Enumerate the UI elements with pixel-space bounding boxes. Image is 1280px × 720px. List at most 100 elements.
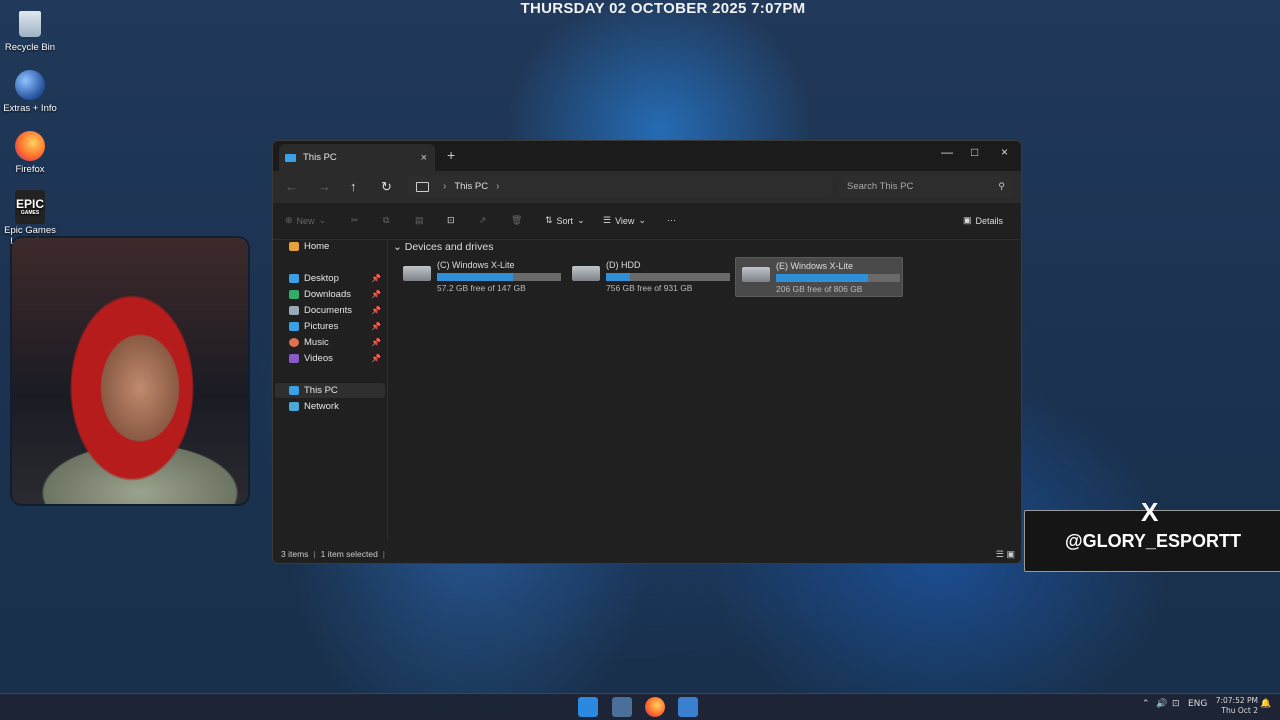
- sidebar-item-desktop[interactable]: Desktop 📌: [275, 271, 385, 286]
- drive-usage-bar: [606, 273, 730, 281]
- drive-name: (E) Windows X-Lite: [776, 261, 854, 271]
- title-bar: This PC × + — □ ×: [273, 141, 1021, 171]
- tab-title: This PC: [303, 152, 337, 163]
- chevron-down-icon: ⌄: [577, 215, 585, 225]
- sidebar-item-documents[interactable]: Documents 📌: [275, 303, 385, 318]
- chevron-down-icon: ⌄: [638, 215, 646, 225]
- forward-button[interactable]: →: [318, 179, 331, 194]
- new-tab-button[interactable]: +: [447, 147, 455, 163]
- volume-icon[interactable]: 🔊: [1156, 699, 1167, 709]
- maximize-button[interactable]: □: [971, 145, 978, 159]
- network-tray-icon[interactable]: ⊡: [1172, 699, 1180, 709]
- drive-icon: [403, 266, 431, 281]
- chevron-down-icon: ⌄: [393, 241, 402, 253]
- chevron-right-icon[interactable]: ›: [496, 181, 499, 192]
- drive-d[interactable]: (D) HDD 756 GB free of 931 GB: [566, 257, 732, 295]
- fortnite-icon[interactable]: [678, 697, 698, 717]
- drive-icon: [742, 267, 770, 282]
- details-view-icon[interactable]: ☰: [996, 549, 1004, 559]
- share-icon[interactable]: ⇗: [479, 215, 487, 226]
- file-explorer-window: This PC × + — □ × ← → ↑ ↻ › This PC › Se…: [272, 140, 1022, 564]
- paste-icon[interactable]: ▤: [415, 215, 424, 226]
- cut-icon[interactable]: ✂: [351, 215, 359, 226]
- up-button[interactable]: ↑: [350, 179, 357, 194]
- music-icon: [289, 338, 299, 347]
- desktop-icon-label: Extras + Info: [3, 103, 57, 114]
- view-button[interactable]: ☰ View ⌄: [603, 215, 646, 226]
- navigation-pane: Home Desktop 📌 Downloads 📌 Documents 📌 P…: [273, 239, 388, 539]
- drive-free-space: 206 GB free of 806 GB: [776, 284, 863, 294]
- desktop-icon-extras-info[interactable]: Extras + Info: [0, 65, 60, 114]
- details-button[interactable]: ▣ Details: [963, 215, 1003, 226]
- pin-icon[interactable]: 📌: [371, 338, 381, 347]
- pin-icon[interactable]: 📌: [371, 306, 381, 315]
- more-options-button[interactable]: ···: [667, 215, 676, 225]
- desktop-icon-firefox[interactable]: Firefox: [0, 126, 60, 175]
- sort-icon: ⇅: [545, 215, 553, 225]
- sidebar-item-videos[interactable]: Videos 📌: [275, 351, 385, 366]
- drive-name: (C) Windows X-Lite: [437, 260, 515, 270]
- drive-usage-fill: [606, 273, 630, 281]
- tray-overflow-icon[interactable]: ⌃: [1142, 699, 1150, 709]
- drive-name: (D) HDD: [606, 260, 641, 270]
- language-indicator[interactable]: ENG: [1188, 699, 1207, 709]
- drive-usage-bar: [776, 274, 900, 282]
- desktop-icon-label: Recycle Bin: [4, 42, 56, 53]
- social-handle: @GLORY_ESPORTT: [1065, 530, 1241, 551]
- sidebar-item-pictures[interactable]: Pictures 📌: [275, 319, 385, 334]
- pin-icon[interactable]: 📌: [371, 290, 381, 299]
- status-divider: |: [382, 549, 386, 559]
- status-bar: 3 items | 1 item selected | ☰ ▣: [273, 545, 1021, 563]
- refresh-button[interactable]: ↻: [381, 179, 392, 195]
- delete-icon[interactable]: 🗑: [511, 215, 522, 226]
- minimize-button[interactable]: —: [941, 145, 953, 159]
- this-pc-icon: [285, 153, 296, 162]
- sidebar-item-network[interactable]: Network: [275, 399, 385, 414]
- address-bar[interactable]: › This PC ›: [408, 176, 832, 197]
- file-explorer-icon[interactable]: [612, 697, 632, 717]
- tiles-view-icon[interactable]: ▣: [1006, 549, 1015, 559]
- command-bar: ⊕ New ⌄ ✂ ⧉ ▤ ⊡ ⇗ 🗑 ⇅ Sort ⌄ ☰ View ⌄ ··…: [273, 203, 1021, 240]
- home-icon: [289, 242, 299, 251]
- drive-usage-bar: [437, 273, 561, 281]
- desktop-icon-recycle-bin[interactable]: Recycle Bin: [0, 4, 60, 53]
- view-icon: ☰: [603, 215, 612, 225]
- start-icon[interactable]: [578, 697, 598, 717]
- new-button[interactable]: ⊕ New ⌄: [285, 215, 326, 226]
- drive-usage-fill: [776, 274, 868, 282]
- back-button[interactable]: ←: [285, 179, 298, 194]
- chevron-down-icon: ⌄: [318, 215, 327, 225]
- drive-free-space: 57.2 GB free of 147 GB: [437, 283, 526, 293]
- sidebar-item-home[interactable]: Home: [275, 239, 385, 254]
- drive-icon: [572, 266, 600, 281]
- group-header-devices[interactable]: ⌄ Devices and drives: [393, 241, 493, 253]
- drive-c[interactable]: (C) Windows X-Lite 57.2 GB free of 147 G…: [397, 257, 563, 295]
- notification-bell-icon[interactable]: 🔔: [1260, 699, 1271, 709]
- close-window-button[interactable]: ×: [1001, 145, 1008, 159]
- pin-icon[interactable]: 📌: [371, 354, 381, 363]
- sidebar-item-this-pc[interactable]: This PC: [275, 383, 385, 398]
- taskbar-clock[interactable]: 7:07:52 PM Thu Oct 2: [1216, 696, 1258, 716]
- sidebar-item-music[interactable]: Music 📌: [275, 335, 385, 350]
- search-input[interactable]: Search This PC ⚲: [839, 176, 1013, 197]
- download-icon: [289, 290, 299, 299]
- pin-icon[interactable]: 📌: [371, 322, 381, 331]
- status-divider: |: [313, 549, 316, 559]
- desktop-datetime: THURSDAY 02 OCTOBER 2025 7:07PM: [520, 0, 806, 17]
- view-toggle[interactable]: ☰ ▣: [996, 549, 1015, 560]
- sidebar-item-downloads[interactable]: Downloads 📌: [275, 287, 385, 302]
- firefox-icon[interactable]: [645, 697, 665, 717]
- monitor-icon: [416, 181, 429, 192]
- close-tab-icon[interactable]: ×: [421, 152, 427, 164]
- pin-icon[interactable]: 📌: [371, 274, 381, 283]
- copy-icon[interactable]: ⧉: [383, 215, 389, 226]
- plus-circle-icon: ⊕: [285, 215, 293, 225]
- breadcrumb-this-pc[interactable]: This PC: [454, 181, 488, 192]
- network-icon: [289, 402, 299, 411]
- rename-icon[interactable]: ⊡: [447, 215, 455, 226]
- tab-this-pc[interactable]: This PC ×: [279, 144, 435, 171]
- drive-e[interactable]: (E) Windows X-Lite 206 GB free of 806 GB: [735, 257, 903, 297]
- sort-button[interactable]: ⇅ Sort ⌄: [545, 215, 585, 226]
- this-pc-icon: [289, 386, 299, 395]
- globe-icon: [15, 70, 45, 100]
